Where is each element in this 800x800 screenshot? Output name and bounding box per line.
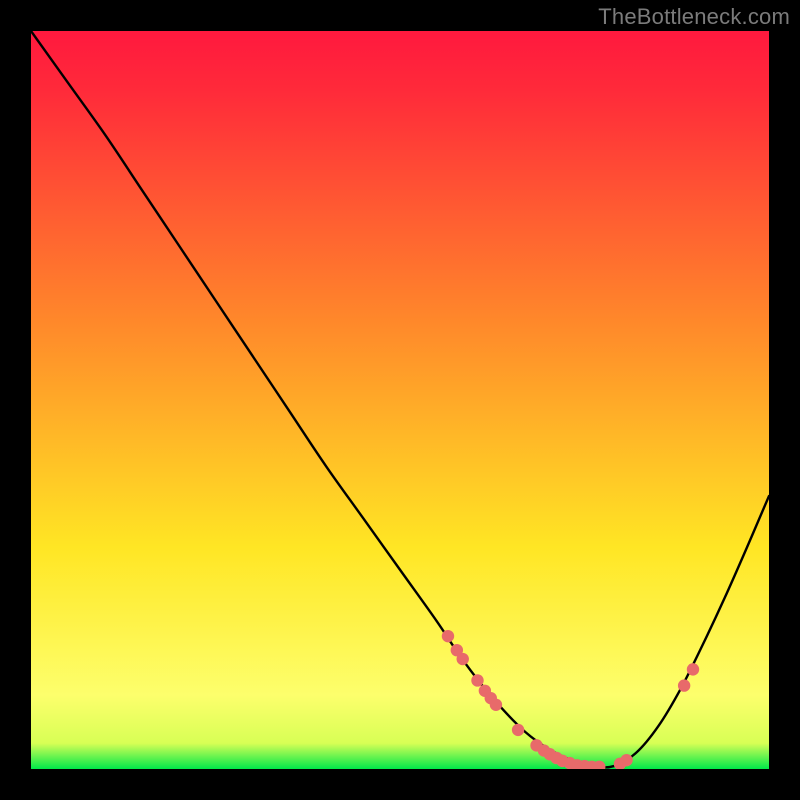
chart-frame: TheBottleneck.com (0, 0, 800, 800)
data-marker (442, 630, 454, 642)
data-marker (512, 724, 524, 736)
data-marker (490, 699, 502, 711)
data-marker (620, 754, 632, 766)
data-marker (687, 663, 699, 675)
chart-svg (31, 31, 769, 769)
plot-background (31, 31, 769, 769)
gradient-plot (31, 31, 769, 769)
data-marker (471, 674, 483, 686)
data-marker (678, 679, 690, 691)
watermark-text: TheBottleneck.com (598, 4, 790, 30)
data-marker (457, 653, 469, 665)
